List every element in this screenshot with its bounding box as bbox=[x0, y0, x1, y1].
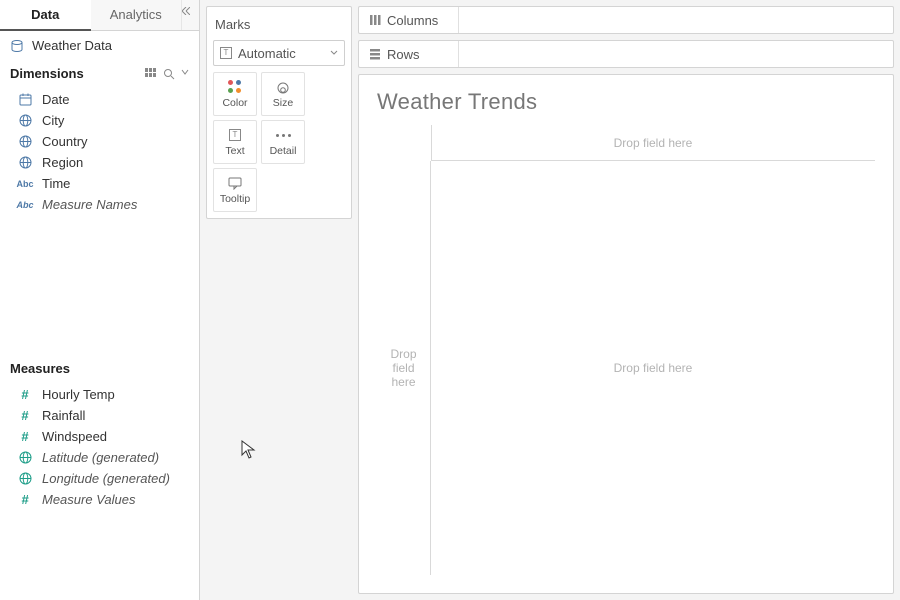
tooltip-icon bbox=[227, 175, 243, 191]
globe-icon bbox=[18, 114, 32, 127]
dimension-field-date[interactable]: Date bbox=[0, 89, 199, 110]
color-icon bbox=[227, 79, 243, 95]
marks-cell-label: Tooltip bbox=[220, 193, 250, 205]
marks-cell-label: Color bbox=[222, 97, 247, 109]
measures-header: Measures bbox=[0, 355, 199, 382]
marks-grid: Color Size T Text Detail bbox=[213, 72, 345, 212]
measures-title: Measures bbox=[10, 361, 70, 376]
text-icon: T bbox=[227, 127, 243, 143]
dimension-field-region[interactable]: Region bbox=[0, 152, 199, 173]
size-icon bbox=[275, 79, 291, 95]
calendar-icon bbox=[18, 93, 32, 106]
shelf-text: Rows bbox=[387, 47, 420, 62]
field-label: Rainfall bbox=[42, 408, 85, 423]
tab-data[interactable]: Data bbox=[0, 0, 91, 31]
chevron-down-icon bbox=[330, 50, 338, 56]
globe-icon bbox=[18, 472, 32, 485]
globe-icon bbox=[18, 451, 32, 464]
viz-canvas: Weather Trends Drop field here Drop fiel… bbox=[358, 74, 894, 594]
marks-card: Marks T Automatic Color Size T bbox=[206, 6, 352, 219]
marks-cell-label: Detail bbox=[270, 145, 297, 157]
number-icon: # bbox=[18, 387, 32, 402]
marks-cell-label: Size bbox=[273, 97, 293, 109]
marks-title: Marks bbox=[213, 13, 345, 40]
field-label: Windspeed bbox=[42, 429, 107, 444]
viz-rows-drop[interactable]: Drop field here bbox=[377, 161, 431, 575]
rows-shelf[interactable]: Rows bbox=[358, 40, 894, 68]
field-label: Longitude (generated) bbox=[42, 471, 170, 486]
datasource-name: Weather Data bbox=[32, 38, 112, 53]
mark-type-label: Automatic bbox=[238, 46, 296, 61]
worksheet-area: Columns Rows Weather Trends Drop field h… bbox=[358, 0, 900, 600]
field-label: Measure Names bbox=[42, 197, 137, 212]
datasource-item[interactable]: Weather Data bbox=[0, 31, 199, 60]
rows-icon bbox=[369, 48, 381, 60]
marks-size-button[interactable]: Size bbox=[261, 72, 305, 116]
viz-body-drop[interactable]: Drop field here bbox=[431, 161, 875, 575]
field-label: Region bbox=[42, 155, 83, 170]
dimension-field-measure-names[interactable]: Abc Measure Names bbox=[0, 194, 199, 215]
mark-type-dropdown[interactable]: T Automatic bbox=[213, 40, 345, 66]
measure-field-latitude[interactable]: Latitude (generated) bbox=[0, 447, 199, 468]
dimensions-tools bbox=[145, 68, 189, 80]
globe-icon bbox=[18, 156, 32, 169]
measure-field-longitude[interactable]: Longitude (generated) bbox=[0, 468, 199, 489]
data-pane-tabs: Data Analytics bbox=[0, 0, 199, 31]
shelf-text: Columns bbox=[387, 13, 438, 28]
tab-analytics[interactable]: Analytics bbox=[91, 0, 182, 30]
dimension-field-time[interactable]: Abc Time bbox=[0, 173, 199, 194]
measure-field-windspeed[interactable]: # Windspeed bbox=[0, 426, 199, 447]
marks-color-button[interactable]: Color bbox=[213, 72, 257, 116]
marks-tooltip-button[interactable]: Tooltip bbox=[213, 168, 257, 212]
mark-auto-icon: T bbox=[220, 47, 232, 59]
dimensions-menu-caret-icon[interactable] bbox=[181, 68, 189, 80]
number-icon: # bbox=[18, 408, 32, 423]
viz-columns-drop[interactable]: Drop field here bbox=[431, 125, 875, 161]
number-icon: # bbox=[18, 492, 32, 507]
measures-list: # Hourly Temp # Rainfall # Windspeed Lat… bbox=[0, 382, 199, 600]
viz-drop-grid: Drop field here Drop field here Drop fie… bbox=[377, 125, 875, 575]
measure-field-hourly-temp[interactable]: # Hourly Temp bbox=[0, 384, 199, 405]
search-icon[interactable] bbox=[163, 68, 175, 80]
dimensions-title: Dimensions bbox=[10, 66, 84, 81]
view-grid-icon[interactable] bbox=[145, 68, 157, 80]
detail-icon bbox=[275, 127, 291, 143]
field-label: Hourly Temp bbox=[42, 387, 115, 402]
field-label: Country bbox=[42, 134, 88, 149]
marks-text-button[interactable]: T Text bbox=[213, 120, 257, 164]
field-label: Date bbox=[42, 92, 69, 107]
columns-shelf[interactable]: Columns bbox=[358, 6, 894, 34]
measure-field-rainfall[interactable]: # Rainfall bbox=[0, 405, 199, 426]
field-label: Time bbox=[42, 176, 70, 191]
measure-field-measure-values[interactable]: # Measure Values bbox=[0, 489, 199, 510]
data-pane-collapse-icon[interactable] bbox=[181, 0, 199, 30]
number-icon: # bbox=[18, 429, 32, 444]
dimension-field-city[interactable]: City bbox=[0, 110, 199, 131]
field-label: Measure Values bbox=[42, 492, 135, 507]
data-pane: Data Analytics Weather Data Dimensions bbox=[0, 0, 200, 600]
field-label: Latitude (generated) bbox=[42, 450, 159, 465]
dimensions-header: Dimensions bbox=[0, 60, 199, 87]
marks-detail-button[interactable]: Detail bbox=[261, 120, 305, 164]
columns-icon bbox=[369, 14, 381, 26]
dimension-field-country[interactable]: Country bbox=[0, 131, 199, 152]
worksheet-title[interactable]: Weather Trends bbox=[377, 89, 875, 115]
dimensions-list: Date City Country Region Abc Time Abc M bbox=[0, 87, 199, 217]
marks-cell-label: Text bbox=[225, 145, 244, 157]
datasource-icon bbox=[10, 39, 24, 53]
abc-icon: Abc bbox=[18, 200, 32, 210]
columns-shelf-label: Columns bbox=[359, 7, 459, 33]
field-label: City bbox=[42, 113, 64, 128]
marks-column: Marks T Automatic Color Size T bbox=[200, 0, 358, 600]
globe-icon bbox=[18, 135, 32, 148]
abc-icon: Abc bbox=[18, 179, 32, 189]
rows-shelf-label: Rows bbox=[359, 41, 459, 67]
